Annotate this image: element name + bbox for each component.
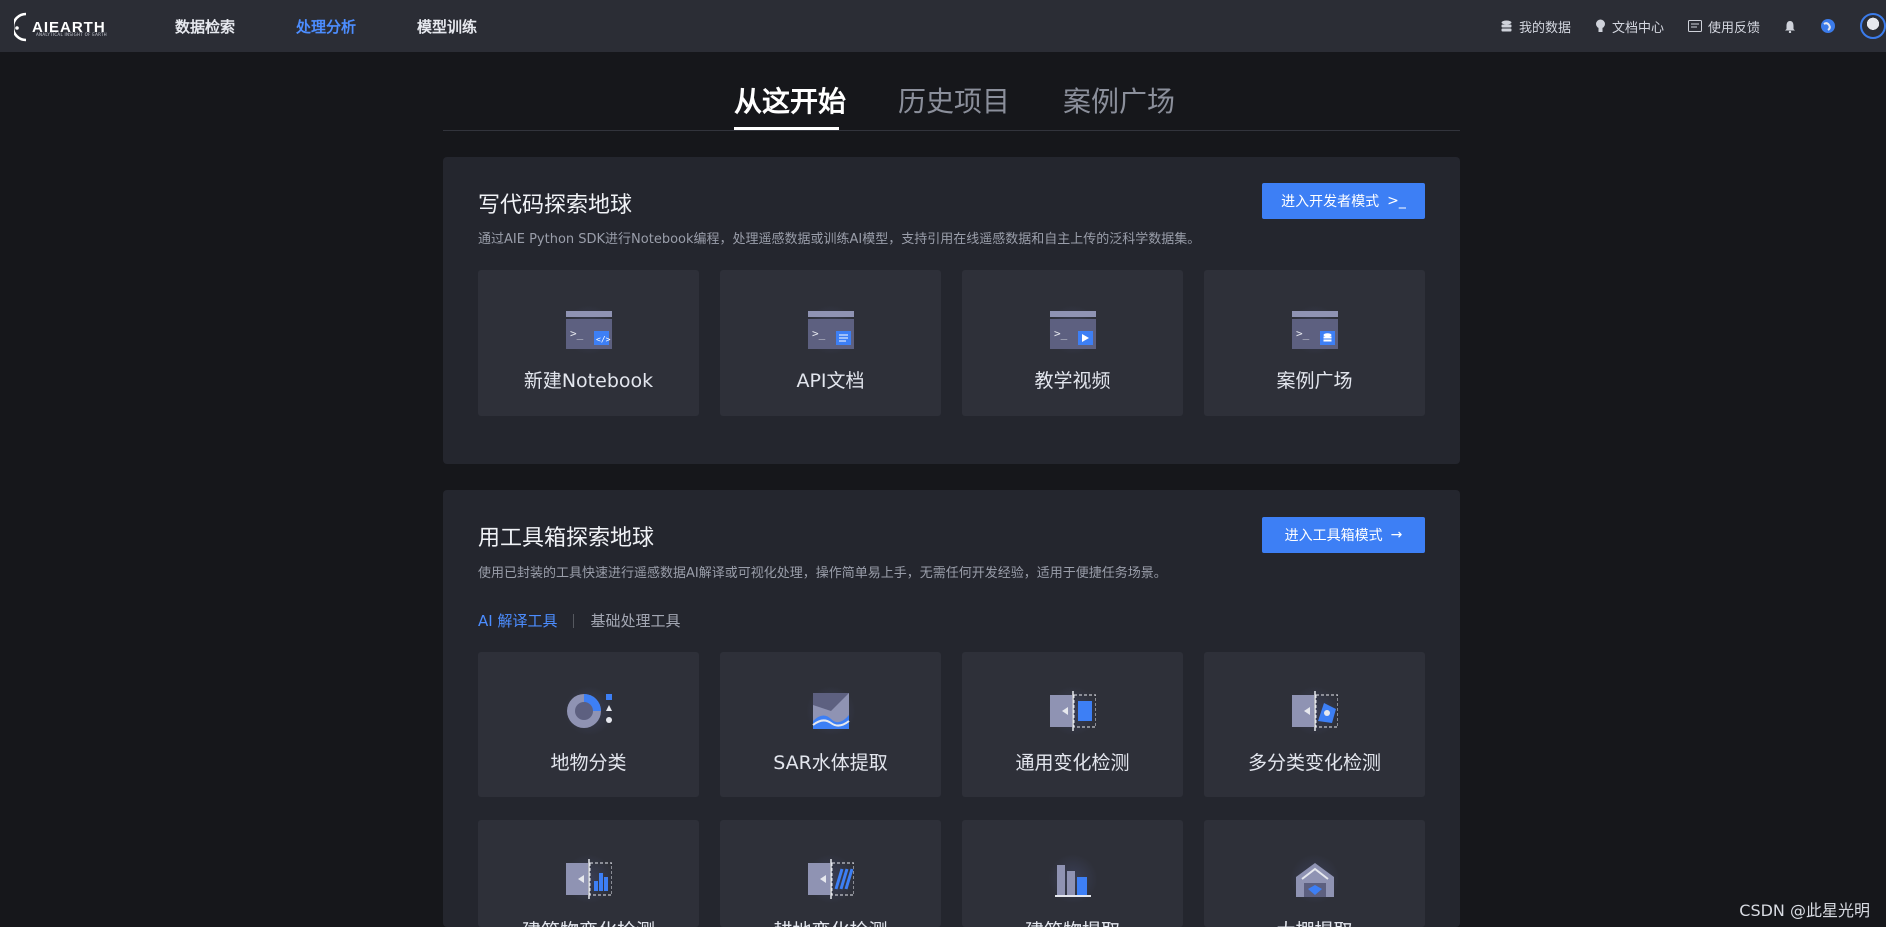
card-greenhouse-extraction[interactable]: 大棚提取 (1204, 820, 1425, 927)
svg-text:>_: >_ (1296, 327, 1310, 340)
card-sar-water-extraction[interactable]: SAR水体提取 (720, 652, 941, 797)
feedback-icon (1687, 20, 1702, 32)
card-change-detection[interactable]: 通用变化检测 (962, 652, 1183, 797)
card-label: 多分类变化检测 (1247, 752, 1381, 774)
tool-panel-description: 使用已封装的工具快速进行遥感数据AI解译或可视化处理，操作简单易上手，无需任何开… (478, 566, 1167, 581)
multi-class-change-icon (1289, 686, 1340, 736)
tab-get-started[interactable]: 从这开始 (734, 80, 846, 120)
farmland-change-icon (805, 854, 856, 904)
greenhouse-extraction-icon (1289, 854, 1340, 904)
tool-panel-title: 用工具箱探索地球 (478, 526, 655, 551)
tool-category-tabs: AI 解译工具 基础处理工具 (478, 610, 680, 631)
subtab-ai-interpretation[interactable]: AI 解译工具 (478, 610, 557, 631)
bell-icon (1785, 20, 1795, 33)
card-new-notebook[interactable]: >_ </> 新建Notebook (478, 270, 699, 416)
svg-text:>_: >_ (812, 327, 826, 340)
card-building-extraction[interactable]: 建筑物提取 (962, 820, 1183, 927)
card-label: 通用变化检测 (1015, 752, 1130, 774)
watermark: CSDN @此星光明 (1739, 901, 1870, 920)
card-label: 建筑物变化检测 (478, 916, 699, 927)
change-detection-icon (1047, 686, 1098, 736)
notebook-code-icon: >_ </> (563, 305, 614, 355)
video-icon: >_ (1047, 305, 1098, 355)
sar-water-extraction-icon (805, 686, 856, 736)
tab-history-projects[interactable]: 历史项目 (898, 80, 1010, 120)
card-label: 大棚提取 (1204, 916, 1425, 927)
terminal-prompt-icon: >_ (1387, 193, 1406, 209)
card-label: 新建Notebook (523, 370, 654, 392)
svg-text:>_: >_ (570, 327, 584, 340)
code-panel-title: 写代码探索地球 (478, 193, 633, 218)
card-tutorial-videos[interactable]: >_ 教学视频 (962, 270, 1183, 416)
nav-model-training[interactable]: 模型训练 (417, 16, 477, 37)
developer-mode-label: 进入开发者模式 (1281, 194, 1380, 210)
lightbulb-icon (1595, 19, 1605, 32)
card-label: 案例广场 (1276, 370, 1353, 392)
card-label: SAR水体提取 (773, 752, 888, 774)
docs-link[interactable]: 文档中心 (1595, 17, 1664, 36)
building-extraction-icon (1047, 854, 1098, 904)
card-label: 地物分类 (550, 752, 627, 774)
globe-icon (1821, 19, 1835, 33)
user-avatar[interactable] (1860, 13, 1886, 39)
active-tab-indicator (734, 127, 839, 130)
card-multi-class-change-detection[interactable]: 多分类变化检测 (1204, 652, 1425, 797)
card-label: 教学视频 (1034, 370, 1111, 392)
card-label: 耕地变化检测 (720, 916, 941, 927)
divider (573, 613, 575, 628)
docs-label: 文档中心 (1611, 20, 1664, 36)
card-building-change-detection[interactable]: 建筑物变化检测 (478, 820, 699, 927)
my-data-link[interactable]: 我的数据 (1500, 17, 1571, 36)
tab-case-gallery[interactable]: 案例广场 (1063, 80, 1175, 120)
logo-subtext: ANALYTICAL INSIGHT OF EARTH (36, 32, 107, 37)
subtab-basic-processing[interactable]: 基础处理工具 (590, 610, 680, 631)
card-label: API文档 (796, 370, 865, 392)
card-label: 建筑物提取 (962, 916, 1183, 927)
code-explore-panel: 写代码探索地球 通过AIE Python SDK进行Notebook编程，处理遥… (443, 157, 1460, 464)
language-button[interactable] (1820, 18, 1836, 34)
toolbox-mode-label: 进入工具箱模式 (1284, 528, 1383, 544)
building-change-icon (563, 854, 614, 904)
code-panel-description: 通过AIE Python SDK进行Notebook编程，处理遥感数据或训练AI… (478, 232, 1201, 247)
card-land-cover-classification[interactable]: 地物分类 (478, 652, 699, 797)
notifications-button[interactable] (1784, 20, 1796, 33)
card-case-gallery[interactable]: >_ 案例广场 (1204, 270, 1425, 416)
svg-text:</>: </> (596, 335, 611, 344)
land-cover-classification-icon (563, 686, 614, 736)
arrow-right-icon: → (1390, 527, 1403, 543)
nav-data-search[interactable]: 数据检索 (175, 16, 235, 37)
top-navigation-bar: AIEARTH ANALYTICAL INSIGHT OF EARTH 数据检索… (0, 0, 1886, 52)
main-tabs: 从这开始 历史项目 案例广场 (443, 52, 1460, 131)
my-data-label: 我的数据 (1518, 20, 1571, 36)
globe-arc-icon (14, 12, 27, 42)
case-gallery-icon: >_ (1289, 305, 1340, 355)
nav-processing-analysis[interactable]: 处理分析 (296, 16, 356, 37)
enter-developer-mode-button[interactable]: 进入开发者模式 >_ (1262, 183, 1425, 219)
toolbox-explore-panel: 用工具箱探索地球 使用已封装的工具快速进行遥感数据AI解译或可视化处理，操作简单… (443, 490, 1460, 927)
enter-toolbox-mode-button[interactable]: 进入工具箱模式 → (1262, 517, 1425, 553)
card-api-docs[interactable]: >_ API文档 (720, 270, 941, 416)
svg-text:>_: >_ (1054, 327, 1068, 340)
app-logo[interactable]: AIEARTH ANALYTICAL INSIGHT OF EARTH (14, 12, 107, 42)
feedback-link[interactable]: 使用反馈 (1687, 17, 1760, 36)
feedback-label: 使用反馈 (1707, 20, 1760, 36)
card-farmland-change-detection[interactable]: 耕地变化检测 (720, 820, 941, 927)
database-icon (1501, 20, 1512, 31)
api-doc-icon: >_ (805, 305, 856, 355)
top-right-toolbar: 我的数据 文档中心 使用反馈 (1500, 0, 1886, 52)
